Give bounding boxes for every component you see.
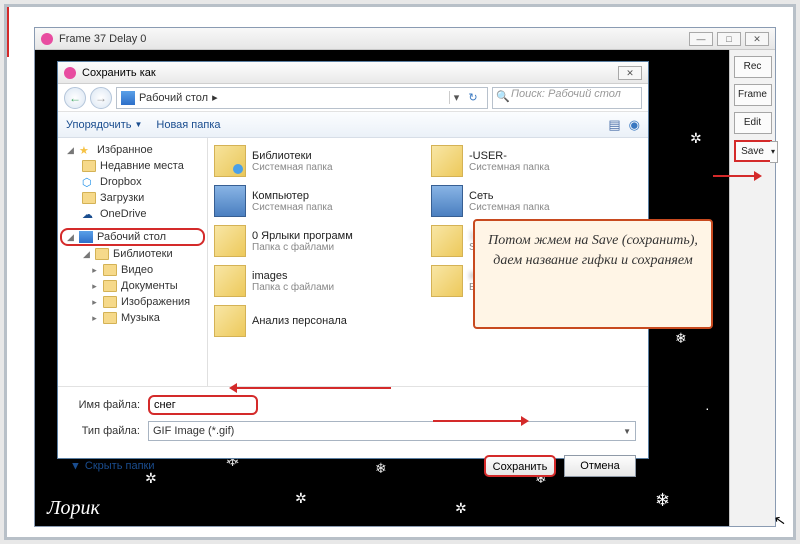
close-button[interactable]: ✕ (745, 32, 769, 46)
tree-libraries[interactable]: ◢Библиотеки (60, 246, 205, 262)
annotation-arrow (713, 175, 756, 177)
folder-icon (431, 185, 463, 217)
form-area: Имя файла: Тип файла: GIF Image (*.gif)▼ (58, 386, 648, 451)
save-dropdown-icon[interactable]: ▾ (770, 141, 778, 163)
toolbar: Упорядочить▼ Новая папка ▤ ◉ (58, 112, 648, 138)
search-input[interactable]: Поиск: Рабочий стол (492, 87, 642, 109)
organize-menu[interactable]: Упорядочить▼ (66, 119, 142, 131)
cursor-icon: ↖ (773, 511, 788, 530)
save-button[interactable]: Save▾ (734, 140, 772, 162)
back-button[interactable]: ← (64, 87, 86, 109)
folder-icon (431, 145, 463, 177)
nav-tree: ◢★Избранное Недавние места ⬡Dropbox Загр… (58, 138, 208, 386)
dialog-footer: ▲Скрыть папки Сохранить Отмена (58, 451, 648, 485)
tree-downloads[interactable]: Загрузки (60, 190, 205, 206)
folder-icon (431, 225, 463, 257)
file-type: Системная папка (469, 162, 550, 173)
dialog-titlebar: Сохранить как ✕ (58, 62, 648, 84)
tree-dropbox[interactable]: ⬡Dropbox (60, 174, 205, 190)
view-icon[interactable]: ▤ (608, 117, 620, 133)
folder-icon (214, 265, 246, 297)
file-type: Системная папка (469, 202, 550, 213)
file-item[interactable]: Анализ персонала (214, 302, 425, 340)
dialog-cancel-button[interactable]: Отмена (564, 455, 636, 477)
file-type: Папка с файлами (252, 242, 353, 253)
refresh-icon[interactable]: ↻ (463, 91, 483, 104)
tree-desktop[interactable]: ◢Рабочий стол (60, 228, 205, 246)
file-item[interactable]: images Папка с файлами (214, 262, 425, 300)
new-folder-button[interactable]: Новая папка (156, 119, 220, 131)
tree-recent[interactable]: Недавние места (60, 158, 205, 174)
filetype-combo[interactable]: GIF Image (*.gif)▼ (148, 421, 636, 441)
edit-button[interactable]: Edit (734, 112, 772, 134)
hide-folders-link[interactable]: ▲Скрыть папки (70, 460, 154, 472)
minimize-button[interactable]: — (689, 32, 713, 46)
tree-video[interactable]: ▸Видео (60, 262, 205, 278)
annotation-arrow (235, 387, 391, 389)
dialog-title: Сохранить как (82, 67, 156, 79)
app-titlebar: Frame 37 Delay 0 — □ ✕ (35, 28, 775, 50)
file-type: Системная папка (252, 162, 333, 173)
forward-button[interactable]: → (90, 87, 112, 109)
filename-label: Имя файла: (70, 399, 140, 411)
breadcrumb[interactable]: Рабочий стол ▸ ▾ ↻ (116, 87, 488, 109)
dialog-icon (64, 67, 76, 79)
tree-pictures[interactable]: ▸Изображения (60, 294, 205, 310)
file-type: Системная папка (252, 202, 333, 213)
window-controls: — □ ✕ (689, 32, 769, 46)
tree-onedrive[interactable]: ☁OneDrive (60, 206, 205, 222)
annotation-arrow (7, 7, 9, 57)
file-item[interactable]: -USER- Системная папка (431, 142, 642, 180)
help-icon[interactable]: ◉ (629, 117, 640, 133)
dialog-save-button[interactable]: Сохранить (484, 455, 556, 477)
folder-icon (214, 305, 246, 337)
desktop-icon (121, 91, 135, 105)
nav-row: ← → Рабочий стол ▸ ▾ ↻ Поиск: Рабочий ст… (58, 84, 648, 112)
outer-frame: Frame 37 Delay 0 — □ ✕ ❄ ✲ ❄ ✲ ❄ ✲ ❄ ✲ ❄… (4, 4, 796, 540)
dialog-close-button[interactable]: ✕ (618, 66, 642, 80)
annotation-arrow (433, 420, 523, 422)
filetype-label: Тип файла: (70, 425, 140, 437)
filename-input[interactable] (148, 395, 258, 415)
file-item[interactable]: Библиотеки Системная папка (214, 142, 425, 180)
file-name: Сеть (469, 190, 550, 202)
file-item[interactable]: 0 Ярлыки программ Папка с файлами (214, 222, 425, 260)
file-name: images (252, 270, 334, 282)
tree-documents[interactable]: ▸Документы (60, 278, 205, 294)
frame-button[interactable]: Frame (734, 84, 772, 106)
file-name: 0 Ярлыки программ (252, 230, 353, 242)
file-item[interactable]: Компьютер Системная папка (214, 182, 425, 220)
folder-icon (431, 265, 463, 297)
file-name: Библиотеки (252, 150, 333, 162)
annotation-callout: Потом жмем на Save (сохранить), даем наз… (473, 219, 713, 329)
side-panel: Rec Frame Edit Save▾ (729, 50, 775, 526)
file-type: Папка с файлами (252, 282, 334, 293)
folder-icon (214, 225, 246, 257)
folder-icon (214, 145, 246, 177)
rec-button[interactable]: Rec (734, 56, 772, 78)
tree-favorites[interactable]: ◢★Избранное (60, 142, 205, 158)
tree-music[interactable]: ▸Музыка (60, 310, 205, 326)
watermark: Лорик (47, 497, 100, 520)
file-name: -USER- (469, 150, 550, 162)
breadcrumb-dropdown-icon[interactable]: ▾ (449, 91, 463, 104)
file-item[interactable]: Сеть Системная папка (431, 182, 642, 220)
app-icon (41, 33, 53, 45)
file-name: Анализ персонала (252, 315, 347, 327)
maximize-button[interactable]: □ (717, 32, 741, 46)
file-name: Компьютер (252, 190, 333, 202)
folder-icon (214, 185, 246, 217)
app-title: Frame 37 Delay 0 (59, 33, 146, 45)
